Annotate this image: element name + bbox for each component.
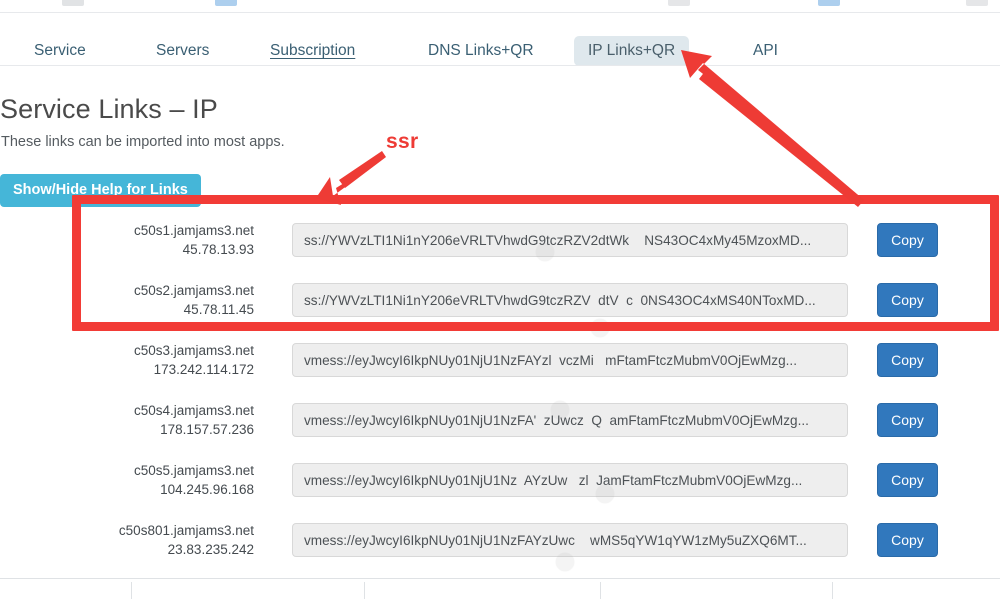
- row-hostname: c50s1.jamjams3.net: [133, 222, 254, 238]
- arrow-box-to-tab: [681, 50, 864, 207]
- copy-button[interactable]: Copy: [877, 463, 938, 497]
- table-row: c50s801.jamjams3.net 23.83.235.242 Copy: [0, 510, 1000, 570]
- show-hide-help-button[interactable]: Show/Hide Help for Links: [0, 174, 201, 207]
- bottom-column-divider: [364, 582, 365, 599]
- row-link-wrap: [292, 403, 848, 437]
- chrome-ghost-item: [818, 0, 840, 6]
- table-row: c50s3.jamjams3.net 173.242.114.172 Copy: [0, 330, 1000, 390]
- row-ip: 178.157.57.236: [160, 422, 254, 437]
- row-link-wrap: [292, 523, 848, 557]
- bottom-column-divider: [600, 582, 601, 599]
- row-host-cell: c50s3.jamjams3.net 173.242.114.172: [0, 341, 262, 379]
- bottom-column-divider: [131, 582, 132, 599]
- annotation-ssr-label: ssr: [386, 130, 419, 153]
- row-host-cell: c50s5.jamjams3.net 104.245.96.168: [0, 461, 262, 499]
- tab-subscription[interactable]: Subscription: [256, 36, 369, 66]
- link-input[interactable]: [292, 343, 848, 377]
- tab-servers[interactable]: Servers: [142, 36, 223, 66]
- chrome-ghost-item: [62, 0, 84, 6]
- row-ip: 45.78.13.93: [182, 242, 254, 257]
- link-input[interactable]: [292, 283, 848, 317]
- row-link-wrap: [292, 343, 848, 377]
- table-row: c50s2.jamjams3.net 45.78.11.45 Copy: [0, 270, 1000, 330]
- row-ip: 104.245.96.168: [160, 482, 254, 497]
- row-ip: 45.78.11.45: [183, 302, 254, 317]
- link-input[interactable]: [292, 223, 848, 257]
- bottom-table-fragment: [0, 579, 1000, 599]
- copy-button[interactable]: Copy: [877, 283, 938, 317]
- service-links-list: c50s1.jamjams3.net 45.78.13.93 Copy c50s…: [0, 210, 1000, 570]
- bottom-column-divider: [832, 582, 833, 599]
- arrow-ssr-to-box: [316, 151, 386, 205]
- copy-button[interactable]: Copy: [877, 343, 938, 377]
- tab-service[interactable]: Service: [20, 36, 100, 66]
- link-input[interactable]: [292, 523, 848, 557]
- row-ip: 173.242.114.172: [153, 362, 254, 377]
- browser-chrome-strip: [0, 0, 1000, 12]
- copy-button[interactable]: Copy: [877, 223, 938, 257]
- row-host-cell: c50s4.jamjams3.net 178.157.57.236: [0, 401, 262, 439]
- tab-dns-links-qr[interactable]: DNS Links+QR: [414, 36, 548, 66]
- row-link-wrap: [292, 463, 848, 497]
- page-title: Service Links – IP: [0, 94, 218, 124]
- copy-button[interactable]: Copy: [877, 403, 938, 437]
- row-hostname: c50s4.jamjams3.net: [133, 402, 254, 418]
- row-host-cell: c50s801.jamjams3.net 23.83.235.242: [0, 521, 262, 559]
- row-hostname: c50s801.jamjams3.net: [118, 522, 254, 538]
- tab-api[interactable]: API: [739, 36, 792, 66]
- row-host-cell: c50s1.jamjams3.net 45.78.13.93: [0, 221, 262, 259]
- table-row: c50s5.jamjams3.net 104.245.96.168 Copy: [0, 450, 1000, 510]
- link-input[interactable]: [292, 463, 848, 497]
- page-subtitle: These links can be imported into most ap…: [1, 134, 285, 150]
- row-host-cell: c50s2.jamjams3.net 45.78.11.45: [0, 281, 262, 319]
- table-row: c50s1.jamjams3.net 45.78.13.93 Copy: [0, 210, 1000, 270]
- row-hostname: c50s3.jamjams3.net: [133, 342, 254, 358]
- tab-bar-divider: [0, 65, 1000, 66]
- chrome-ghost-item: [215, 0, 237, 6]
- row-hostname: c50s5.jamjams3.net: [133, 462, 254, 478]
- copy-button[interactable]: Copy: [877, 523, 938, 557]
- tab-ip-links-qr[interactable]: IP Links+QR: [574, 36, 690, 66]
- page-root: Service Servers Subscription DNS Links+Q…: [0, 0, 1000, 599]
- row-link-wrap: [292, 223, 848, 257]
- row-ip: 23.83.235.242: [167, 542, 254, 557]
- link-input[interactable]: [292, 403, 848, 437]
- row-link-wrap: [292, 283, 848, 317]
- chrome-ghost-item: [668, 0, 690, 6]
- table-row: c50s4.jamjams3.net 178.157.57.236 Copy: [0, 390, 1000, 450]
- chrome-ghost-item: [966, 0, 988, 6]
- row-hostname: c50s2.jamjams3.net: [133, 282, 254, 298]
- tab-bar: Service Servers Subscription DNS Links+Q…: [0, 13, 1000, 66]
